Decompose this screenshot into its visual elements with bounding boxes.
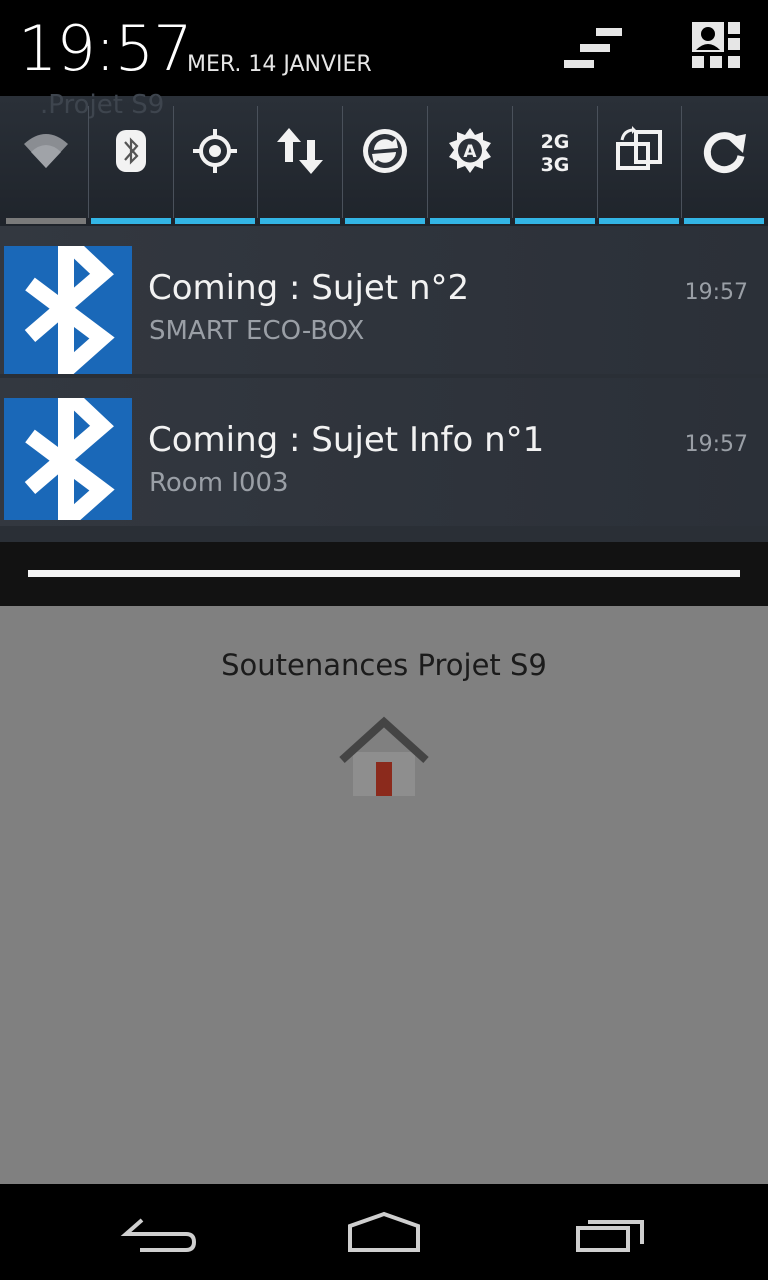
quick-settings-button[interactable]	[560, 18, 626, 78]
tile-gps[interactable]	[173, 96, 258, 226]
app-title: Soutenances Projet S9	[221, 648, 547, 682]
back-button[interactable]	[110, 1206, 210, 1258]
back-icon	[120, 1218, 197, 1252]
bluetooth-icon	[116, 130, 146, 172]
sync-icon	[363, 129, 407, 173]
tile-indicator	[599, 218, 679, 224]
clock: 19:57	[18, 12, 193, 85]
date-label: MER. 14 JANVIER	[187, 52, 372, 77]
svg-text:3G: 3G	[541, 154, 570, 176]
bluetooth-icon	[24, 246, 115, 374]
notification-title: Coming : Sujet Info n°1	[148, 420, 545, 460]
status-header: 19:57 MER. 14 JANVIER	[0, 0, 768, 96]
tile-network-mode[interactable]: 2G 3G	[513, 96, 598, 226]
notification-list: Coming : Sujet n°2 SMART ECO-BOX 19:57 C…	[0, 226, 768, 542]
gps-icon	[193, 129, 237, 173]
data-arrows-icon	[277, 128, 323, 174]
tile-indicator	[430, 218, 510, 224]
recents-icon	[576, 1220, 644, 1252]
navigation-bar	[0, 1184, 768, 1280]
svg-text:A: A	[463, 142, 477, 162]
notification-thumbnail	[4, 246, 132, 374]
refresh-icon	[703, 132, 746, 174]
quick-settings-panel: .Projet S9 A 2G 3G	[0, 90, 768, 226]
tile-refresh[interactable]	[682, 96, 766, 226]
home-icon[interactable]	[338, 714, 430, 796]
tile-indicator	[515, 218, 595, 224]
tile-indicator	[91, 218, 171, 224]
tile-indicator	[345, 218, 425, 224]
settings-toggle-icon	[564, 28, 622, 68]
brightness-auto-icon: A	[449, 128, 491, 173]
tile-auto-rotate[interactable]	[597, 96, 682, 226]
wifi-icon	[24, 134, 68, 168]
tile-indicator	[6, 218, 86, 224]
notification-title: Coming : Sujet n°2	[148, 268, 470, 308]
notification-subtitle: Room I003	[149, 468, 289, 498]
panel-drag-handle-area[interactable]	[0, 542, 768, 606]
svg-text:2G: 2G	[541, 131, 570, 153]
tile-wifi[interactable]	[4, 96, 89, 226]
profile-icon	[692, 22, 740, 68]
recents-button[interactable]	[560, 1206, 660, 1258]
home-nav-button[interactable]	[334, 1206, 434, 1258]
tile-mobile-data[interactable]	[258, 96, 343, 226]
notification-time: 19:57	[684, 280, 748, 305]
notification-subtitle: SMART ECO-BOX	[149, 316, 365, 346]
bluetooth-icon	[24, 398, 115, 520]
tile-auto-brightness[interactable]: A	[428, 96, 513, 226]
tile-indicator	[260, 218, 340, 224]
tile-sync[interactable]	[343, 96, 428, 226]
rotate-icon	[616, 126, 662, 170]
home-nav-icon	[348, 1211, 420, 1252]
notification-item[interactable]: Coming : Sujet Info n°1 Room I003 19:57	[0, 378, 768, 526]
2g-3g-icon: 2G 3G	[541, 131, 570, 176]
tile-indicator	[175, 218, 255, 224]
profile-button[interactable]	[686, 18, 752, 78]
app-content: Soutenances Projet S9	[0, 606, 768, 1184]
notification-time: 19:57	[684, 432, 748, 457]
tile-indicator	[684, 218, 764, 224]
notification-thumbnail	[4, 398, 132, 520]
notification-item[interactable]: Coming : Sujet n°2 SMART ECO-BOX 19:57	[0, 226, 768, 374]
tile-bluetooth[interactable]	[89, 96, 174, 226]
panel-drag-handle[interactable]	[28, 570, 740, 577]
